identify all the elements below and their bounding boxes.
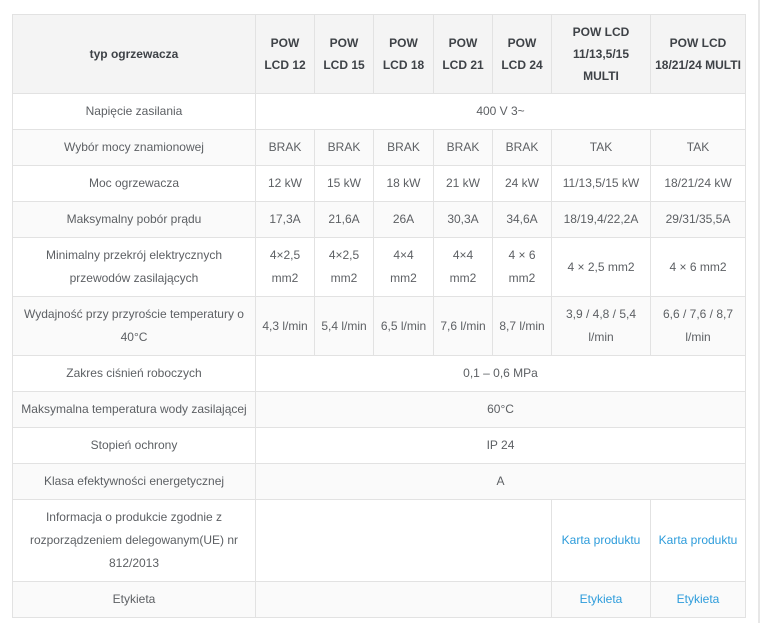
value-cell: 21,6A (315, 202, 374, 238)
table-row: Maksymalna temperatura wody zasilającej6… (13, 392, 746, 428)
value-cell: 30,3A (434, 202, 493, 238)
value-cell: 26A (374, 202, 434, 238)
value-cell: 29/31/35,5A (651, 202, 746, 238)
value-cell: 8,7 l/min (493, 297, 552, 356)
row-label: Klasa efektywności energetycznej (13, 464, 256, 500)
karta-produktu-link[interactable]: Karta produktu (562, 533, 641, 547)
row-label: Zakres ciśnień roboczych (13, 356, 256, 392)
value-cell: 6,5 l/min (374, 297, 434, 356)
column-header: POW LCD 15 (315, 15, 374, 94)
column-header: POW LCD 11/13,5/15 MULTI (552, 15, 651, 94)
value-cell: 15 kW (315, 166, 374, 202)
etykieta-link[interactable]: Etykieta (580, 592, 623, 606)
value-cell: 3,9 / 4,8 / 5,4 l/min (552, 297, 651, 356)
span-value-cell: 400 V 3~ (256, 94, 746, 130)
link-cell: Karta produktu (552, 500, 651, 582)
row-label: Wybór mocy znamionowej (13, 130, 256, 166)
value-cell: 11/13,5/15 kW (552, 166, 651, 202)
value-cell: 4×4 mm2 (434, 238, 493, 297)
value-cell: 18/21/24 kW (651, 166, 746, 202)
table-row: Wydajność przy przyroście temperatury o … (13, 297, 746, 356)
value-cell: 24 kW (493, 166, 552, 202)
table-row: Minimalny przekrój elektrycznych przewod… (13, 238, 746, 297)
value-cell: TAK (552, 130, 651, 166)
value-cell: 21 kW (434, 166, 493, 202)
table-row: Informacja o produkcie zgodnie z rozporz… (13, 500, 746, 582)
value-cell: 7,6 l/min (434, 297, 493, 356)
value-cell: 6,6 / 7,6 / 8,7 l/min (651, 297, 746, 356)
table-row: Moc ogrzewacza12 kW15 kW18 kW21 kW24 kW1… (13, 166, 746, 202)
value-cell: TAK (651, 130, 746, 166)
table-row: Napięcie zasilania400 V 3~ (13, 94, 746, 130)
span-value-cell: 0,1 – 0,6 MPa (256, 356, 746, 392)
row-label: Minimalny przekrój elektrycznych przewod… (13, 238, 256, 297)
empty-cell (256, 500, 552, 582)
value-cell: BRAK (434, 130, 493, 166)
value-cell: 4 × 6 mm2 (651, 238, 746, 297)
value-cell: 18/19,4/22,2A (552, 202, 651, 238)
spec-table: typ ogrzewacza POW LCD 12POW LCD 15POW L… (12, 14, 746, 618)
page: typ ogrzewacza POW LCD 12POW LCD 15POW L… (0, 0, 764, 623)
row-label: Stopień ochrony (13, 428, 256, 464)
value-cell: 4×2,5 mm2 (315, 238, 374, 297)
karta-produktu-link[interactable]: Karta produktu (659, 533, 738, 547)
column-header: POW LCD 18/21/24 MULTI (651, 15, 746, 94)
empty-cell (256, 582, 552, 618)
value-cell: BRAK (315, 130, 374, 166)
page-right-border (758, 0, 760, 623)
table-row: Maksymalny pobór prądu17,3A21,6A26A30,3A… (13, 202, 746, 238)
etykieta-link[interactable]: Etykieta (677, 592, 720, 606)
link-cell: Karta produktu (651, 500, 746, 582)
value-cell: 34,6A (493, 202, 552, 238)
table-row: Klasa efektywności energetycznejA (13, 464, 746, 500)
column-header: POW LCD 21 (434, 15, 493, 94)
value-cell: 4×2,5 mm2 (256, 238, 315, 297)
row-label: Moc ogrzewacza (13, 166, 256, 202)
value-cell: 4 × 6 mm2 (493, 238, 552, 297)
value-cell: 4 × 2,5 mm2 (552, 238, 651, 297)
row-label: Informacja o produkcie zgodnie z rozporz… (13, 500, 256, 582)
link-cell: Etykieta (651, 582, 746, 618)
value-cell: 17,3A (256, 202, 315, 238)
span-value-cell: 60°C (256, 392, 746, 428)
table-row: Stopień ochronyIP 24 (13, 428, 746, 464)
value-cell: BRAK (374, 130, 434, 166)
table-row: Zakres ciśnień roboczych0,1 – 0,6 MPa (13, 356, 746, 392)
span-value-cell: A (256, 464, 746, 500)
value-cell: 18 kW (374, 166, 434, 202)
value-cell: BRAK (256, 130, 315, 166)
value-cell: 4,3 l/min (256, 297, 315, 356)
corner-header: typ ogrzewacza (13, 15, 256, 94)
column-header: POW LCD 12 (256, 15, 315, 94)
value-cell: 4×4 mm2 (374, 238, 434, 297)
column-header: POW LCD 24 (493, 15, 552, 94)
header-row: typ ogrzewacza POW LCD 12POW LCD 15POW L… (13, 15, 746, 94)
link-cell: Etykieta (552, 582, 651, 618)
table-row: Wybór mocy znamionowejBRAKBRAKBRAKBRAKBR… (13, 130, 746, 166)
value-cell: 12 kW (256, 166, 315, 202)
value-cell: 5,4 l/min (315, 297, 374, 356)
row-label: Maksymalna temperatura wody zasilającej (13, 392, 256, 428)
row-label: Etykieta (13, 582, 256, 618)
row-label: Maksymalny pobór prądu (13, 202, 256, 238)
value-cell: BRAK (493, 130, 552, 166)
row-label: Napięcie zasilania (13, 94, 256, 130)
row-label: Wydajność przy przyroście temperatury o … (13, 297, 256, 356)
span-value-cell: IP 24 (256, 428, 746, 464)
column-header: POW LCD 18 (374, 15, 434, 94)
table-row: Etykieta Etykieta Etykieta (13, 582, 746, 618)
